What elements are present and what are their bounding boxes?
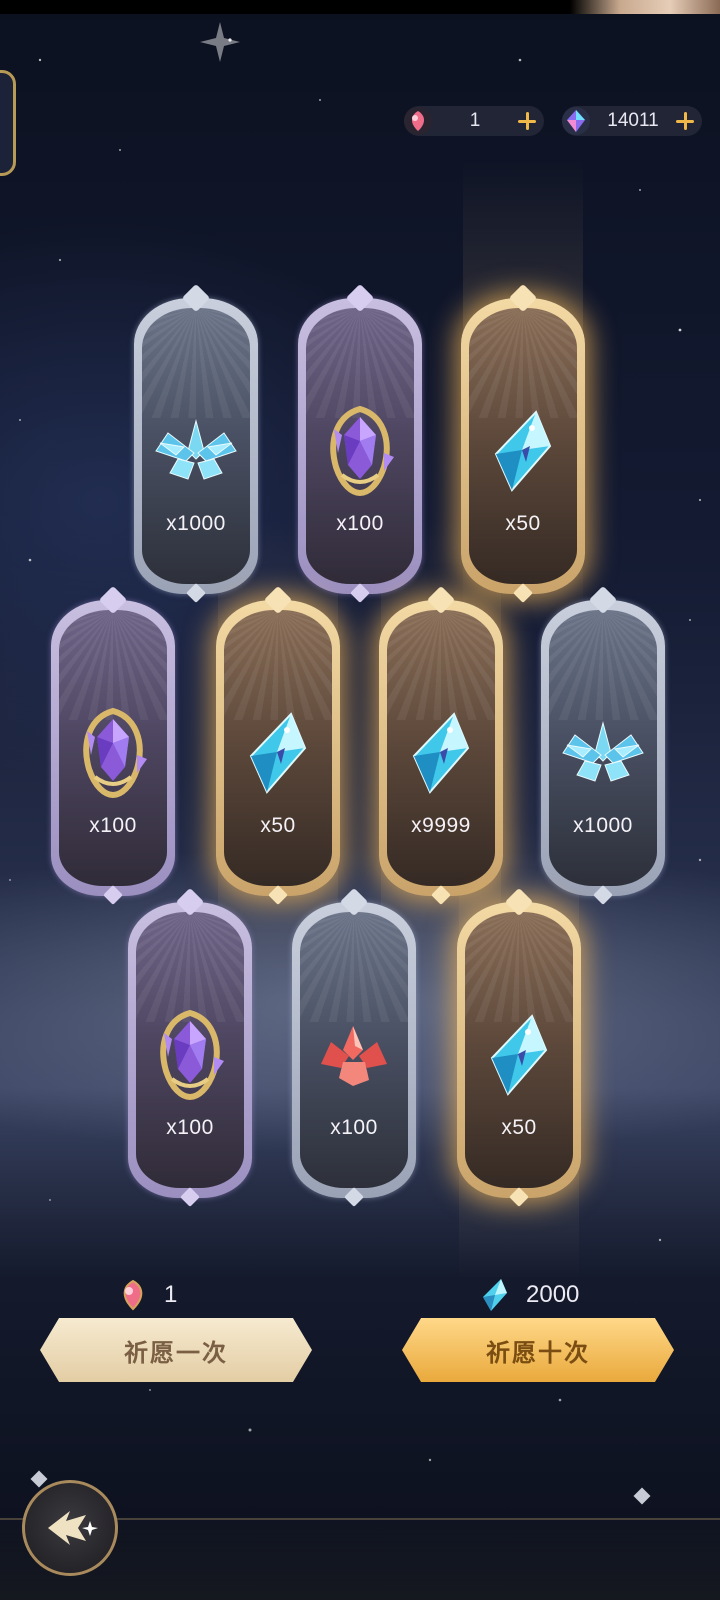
reward-quantity: x1000 — [166, 512, 226, 535]
reward-card[interactable]: x50 — [216, 585, 340, 905]
crystal-counter: 14011 — [562, 106, 702, 136]
reward-quantity: x100 — [336, 512, 384, 535]
amethyst-ornament-icon — [51, 707, 175, 799]
reward-card[interactable]: x1000 — [134, 283, 258, 603]
reward-card[interactable]: x100 — [292, 887, 416, 1207]
rainbow-crystal-icon — [560, 105, 592, 137]
reward-quantity: x50 — [501, 1116, 537, 1139]
blue-diamond-crystal-icon — [379, 708, 503, 798]
reward-card[interactable]: x100 — [51, 585, 175, 905]
pull-ten-cost: 2000 — [478, 1278, 579, 1312]
reward-card[interactable]: x50 — [461, 283, 585, 603]
sparkle-decoration — [633, 1487, 651, 1505]
status-bar — [0, 0, 720, 14]
sparkle-decoration — [30, 1470, 48, 1488]
pull-once-button[interactable]: 祈愿一次 — [40, 1318, 312, 1382]
pull-ten-label: 祈愿十次 — [486, 1337, 590, 1367]
pink-gem-icon — [116, 1278, 150, 1312]
crystal-value: 14011 — [607, 110, 659, 131]
reward-quantity: x50 — [505, 512, 541, 535]
wish-token-value: 1 — [469, 110, 481, 131]
side-panel-tab[interactable] — [0, 70, 16, 176]
blue-diamond-crystal-icon — [216, 708, 340, 798]
reward-quantity: x100 — [330, 1116, 378, 1139]
reward-card[interactable]: x9999 — [379, 585, 503, 905]
red-crystal-cluster-icon — [292, 1010, 416, 1100]
pull-once-cost-value: 1 — [164, 1281, 178, 1308]
amethyst-ornament-icon — [298, 405, 422, 497]
reward-card[interactable]: x50 — [457, 887, 581, 1207]
reward-quantity: x9999 — [411, 814, 471, 837]
back-arrow-icon — [48, 1511, 98, 1545]
character-hair-decoration — [570, 0, 720, 14]
reward-card[interactable]: x100 — [298, 283, 422, 603]
pink-gem-icon — [402, 105, 434, 137]
reward-quantity: x50 — [260, 814, 296, 837]
reward-quantity: x100 — [166, 1116, 214, 1139]
back-button[interactable] — [22, 1480, 118, 1576]
amethyst-ornament-icon — [128, 1009, 252, 1101]
pull-ten-button[interactable]: 祈愿十次 — [402, 1318, 674, 1382]
ice-crystal-cluster-icon — [134, 406, 258, 496]
pull-ten-cost-value: 2000 — [526, 1281, 580, 1308]
blue-diamond-crystal-icon — [478, 1278, 512, 1312]
reward-quantity: x100 — [89, 814, 137, 837]
wish-token-counter: 1 — [404, 106, 544, 136]
pull-once-cost: 1 — [116, 1278, 177, 1312]
add-wish-token-button[interactable] — [516, 110, 538, 132]
blue-diamond-crystal-icon — [461, 406, 585, 496]
add-crystal-button[interactable] — [674, 110, 696, 132]
reward-quantity: x1000 — [573, 814, 633, 837]
ice-crystal-cluster-icon — [541, 708, 665, 798]
blue-diamond-crystal-icon — [457, 1010, 581, 1100]
reward-card[interactable]: x100 — [128, 887, 252, 1207]
pull-once-label: 祈愿一次 — [124, 1337, 228, 1367]
reward-card[interactable]: x1000 — [541, 585, 665, 905]
